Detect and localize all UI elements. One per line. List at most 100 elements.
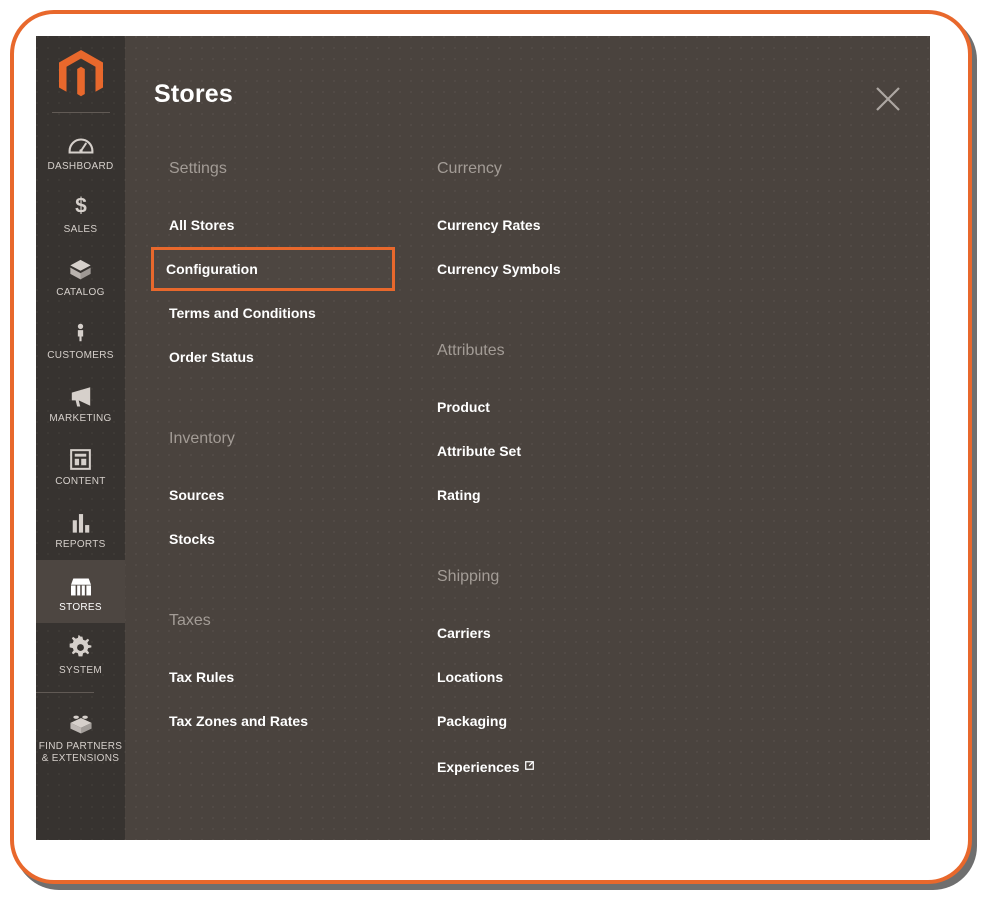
menu-item-label: Packaging	[437, 713, 508, 729]
close-button[interactable]	[871, 82, 905, 116]
group-title-gap	[422, 363, 690, 385]
sidebar-item-label: FIND PARTNERS & EXTENSIONS	[38, 741, 123, 764]
content-layout-icon	[70, 449, 91, 470]
menu-item-locations[interactable]: Locations	[422, 655, 690, 699]
sidebar-item-label: SYSTEM	[59, 665, 102, 676]
sidebar-item-customers[interactable]: CUSTOMERS	[36, 308, 125, 371]
menu-group: Shipping Carriers Locations Packaging Experi…	[422, 565, 690, 789]
sidebar-item-label: STORES	[59, 602, 102, 613]
external-link-icon	[524, 756, 534, 774]
menu-columns: Settings All Stores Configuration Terms and…	[151, 157, 910, 840]
menu-item-label: All Stores	[169, 217, 235, 233]
marketing-megaphone-icon	[71, 387, 90, 407]
menu-group-items: Currency Rates Currency Symbols	[422, 203, 690, 291]
sidebar-item-find-partners-extensions[interactable]: FIND PARTNERS & EXTENSIONS	[36, 699, 125, 774]
menu-group-title: Currency	[437, 160, 502, 177]
menu-content: Stores Settings All Stores Configuration Te…	[125, 36, 930, 840]
sidebar-item-label: CONTENT	[55, 476, 106, 487]
menu-item-experiences[interactable]: Experiences	[422, 743, 690, 789]
menu-item-label: Stocks	[169, 531, 215, 547]
menu-item-sources[interactable]: Sources	[154, 473, 422, 517]
sidebar-item-dashboard[interactable]: DASHBOARD	[36, 119, 125, 182]
menu-group: Settings All Stores Configuration Terms and…	[151, 157, 422, 379]
menu-item-product[interactable]: Product	[422, 385, 690, 429]
dashboard-gauge-icon	[68, 130, 94, 156]
menu-item-label: Locations	[437, 669, 504, 685]
menu-item-rating[interactable]: Rating	[422, 473, 690, 517]
group-title-gap	[154, 633, 422, 655]
menu-item-label: Currency Rates	[437, 217, 541, 233]
menu-group-title: Taxes	[169, 612, 211, 629]
sidebar-item-sales[interactable]: $ SALES	[36, 182, 125, 245]
catalog-box-icon	[70, 259, 91, 280]
sidebar-item-label: CUSTOMERS	[47, 350, 114, 361]
menu-item-label: Tax Zones and Rates	[169, 713, 309, 729]
menu-item-terms-and-conditions[interactable]: Terms and Conditions	[154, 291, 422, 335]
page-title: Stores	[154, 80, 234, 108]
menu-group-items: Carriers Locations Packaging Experiences	[422, 611, 690, 789]
menu-group: Taxes Tax Rules Tax Zones and Rates	[154, 609, 422, 743]
sidebar-item-marketing[interactable]: MARKETING	[36, 371, 125, 434]
menu-item-label: Product	[437, 399, 490, 415]
reports-bar-chart-icon	[72, 514, 89, 533]
menu-group-title: Shipping	[437, 568, 500, 585]
menu-item-carriers[interactable]: Carriers	[422, 611, 690, 655]
menu-group-items: Tax Rules Tax Zones and Rates	[154, 655, 422, 743]
group-title-gap	[154, 181, 422, 203]
menu-group-title: Inventory	[169, 430, 235, 447]
sidebar-divider-bottom	[36, 692, 94, 693]
dollar-sign-icon: $	[75, 195, 87, 218]
extensions-brick-icon	[68, 710, 94, 736]
system-gear-icon	[69, 635, 92, 657]
group-title-gap	[422, 589, 690, 611]
catalog-box-icon	[68, 256, 93, 282]
menu-item-label: Attribute Set	[437, 443, 521, 459]
sidebar-item-stores[interactable]: STORES	[36, 560, 125, 623]
menu-item-label: Rating	[437, 487, 481, 503]
menu-item-label: Experiences	[437, 759, 520, 775]
menu-item-label: Configuration	[166, 261, 258, 277]
menu-item-stocks[interactable]: Stocks	[154, 517, 422, 561]
extensions-brick-icon	[69, 715, 92, 734]
close-icon	[876, 87, 900, 111]
menu-item-label: Terms and Conditions	[169, 305, 316, 321]
stores-storefront-icon	[70, 578, 91, 596]
content-layout-icon	[69, 445, 92, 471]
admin-sidebar: DASHBOARD $ SALES CATALOG CUSTOMERS MARKETI…	[36, 36, 125, 840]
sidebar-item-content[interactable]: CONTENT	[36, 434, 125, 497]
customers-person-icon	[77, 323, 84, 342]
menu-group-items: Sources Stocks	[154, 473, 422, 561]
menu-item-tax-rules[interactable]: Tax Rules	[154, 655, 422, 699]
sidebar-item-reports[interactable]: REPORTS	[36, 497, 125, 560]
menu-item-label: Currency Symbols	[437, 261, 561, 277]
menu-item-currency-symbols[interactable]: Currency Symbols	[422, 247, 690, 291]
menu-item-order-status[interactable]: Order Status	[154, 335, 422, 379]
menu-column-1: Settings All Stores Configuration Terms and…	[151, 157, 422, 840]
menu-item-all-stores[interactable]: All Stores	[154, 203, 422, 247]
menu-group-items: Product Attribute Set Rating	[422, 385, 690, 517]
menu-item-attribute-set[interactable]: Attribute Set	[422, 429, 690, 473]
sidebar-item-label: SALES	[63, 224, 98, 235]
reports-bar-chart-icon	[70, 508, 92, 534]
menu-item-configuration[interactable]: Configuration	[151, 247, 395, 291]
group-title-gap	[422, 181, 690, 203]
admin-menu-panel: DASHBOARD $ SALES CATALOG CUSTOMERS MARKETI…	[36, 36, 930, 840]
menu-item-label: Order Status	[169, 349, 254, 365]
magento-logo-icon	[58, 50, 103, 97]
sidebar-item-catalog[interactable]: CATALOG	[36, 245, 125, 308]
menu-column-2: Currency Currency Rates Currency Symbols At…	[422, 157, 690, 840]
menu-item-currency-rates[interactable]: Currency Rates	[422, 203, 690, 247]
magento-logo[interactable]	[36, 49, 125, 112]
menu-group: Currency Currency Rates Currency Symbols	[422, 157, 690, 291]
menu-item-packaging[interactable]: Packaging	[422, 699, 690, 743]
sidebar-item-label: CATALOG	[56, 287, 105, 298]
svg-text:$: $	[75, 195, 87, 218]
stores-storefront-icon	[68, 571, 94, 597]
menu-item-tax-zones-and-rates[interactable]: Tax Zones and Rates	[154, 699, 422, 743]
menu-group-title: Attributes	[437, 342, 505, 359]
sidebar-item-system[interactable]: SYSTEM	[36, 623, 125, 686]
